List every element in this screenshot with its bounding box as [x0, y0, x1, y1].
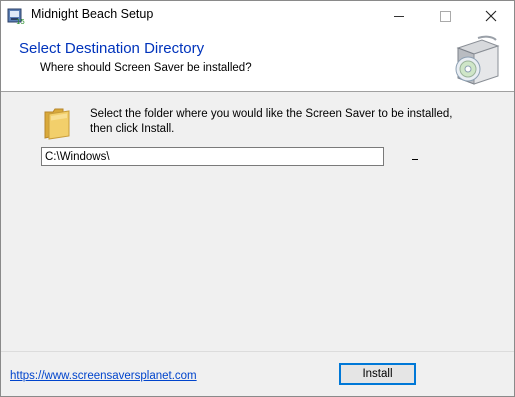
page-title: Select Destination Directory — [19, 40, 205, 57]
wizard-header: Select Destination Directory Where shoul… — [1, 31, 514, 92]
maximize-button[interactable] — [422, 1, 468, 31]
instructions-text: Select the folder where you would like t… — [90, 108, 453, 135]
maximize-icon — [439, 10, 451, 22]
destination-path-input[interactable] — [41, 147, 384, 166]
page-subtitle: Where should Screen Saver be installed? — [40, 62, 252, 74]
text-cursor-mark — [412, 159, 418, 160]
svg-text:15: 15 — [16, 18, 25, 25]
setup-window: 15 Midnight Beach Setup Select Destinati… — [0, 0, 515, 397]
title-bar[interactable]: 15 Midnight Beach Setup — [1, 1, 514, 31]
footer-divider — [1, 351, 514, 352]
window-title: Midnight Beach Setup — [31, 7, 154, 21]
folder-icon — [44, 108, 70, 140]
website-link[interactable]: https://www.screensaversplanet.com — [10, 370, 197, 382]
installer-icon: 15 — [7, 8, 25, 25]
minimize-button[interactable] — [376, 1, 422, 31]
close-icon — [485, 10, 497, 22]
minimize-icon — [394, 15, 404, 17]
install-button[interactable]: Install — [339, 363, 416, 385]
close-button[interactable] — [468, 1, 514, 31]
install-disc-box-icon — [455, 35, 500, 85]
